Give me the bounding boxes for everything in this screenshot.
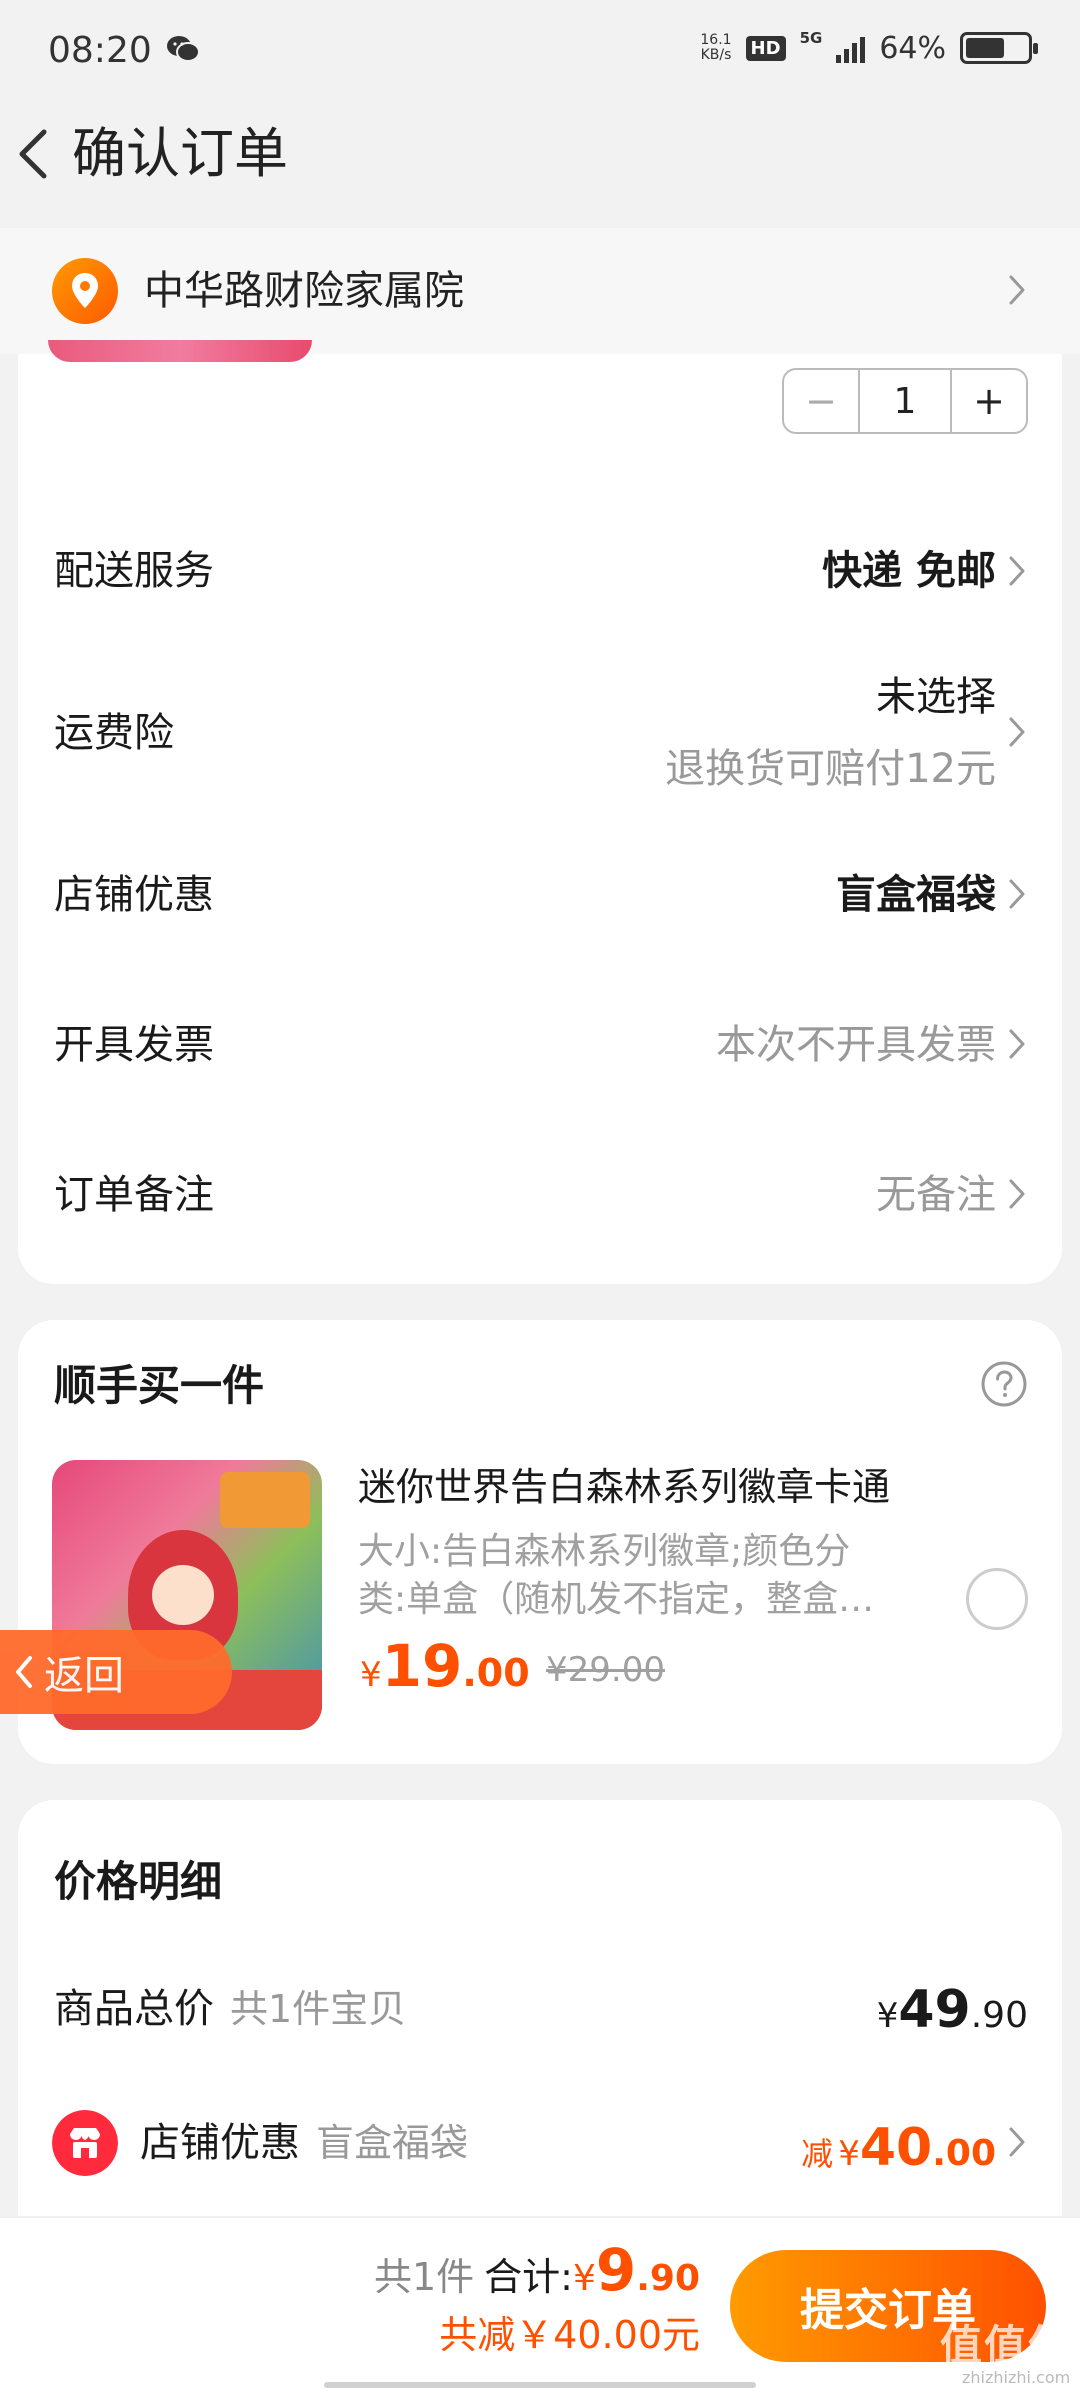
floating-back-button[interactable]: 返回	[0, 1630, 232, 1714]
remark-label: 订单备注	[54, 1172, 214, 1218]
shop-icon	[52, 2110, 118, 2176]
total-saved: 共减￥40.00元	[439, 2313, 700, 2357]
help-icon[interactable]	[980, 1360, 1028, 1408]
addon-item-desc: 大小:告白森林系列徽章;颜色分 类:单盒（随机发不指定，整盒…	[358, 1531, 875, 1620]
location-pin-icon	[52, 258, 118, 324]
product-image	[48, 340, 312, 362]
battery-fill	[966, 38, 1005, 58]
hd-icon: HD	[745, 35, 786, 61]
chevron-right-icon[interactable]	[1006, 876, 1028, 912]
shop-discount-label: 店铺优惠	[54, 872, 214, 918]
shipping-value[interactable]: 快递 免邮	[822, 546, 996, 596]
insurance-label: 运费险	[54, 710, 174, 756]
status-time: 08:20	[48, 30, 152, 71]
wechat-icon	[167, 36, 200, 62]
floating-back-label: 返回	[44, 1653, 124, 1699]
battery-percent: 64%	[879, 30, 946, 66]
invoice-label: 开具发票	[54, 1022, 214, 1068]
chevron-right-icon[interactable]	[1006, 1176, 1028, 1212]
net-speed: 16.1 KB/s	[700, 32, 732, 63]
insurance-value[interactable]: 未选择	[876, 672, 996, 722]
chevron-right-icon[interactable]	[1006, 2124, 1028, 2160]
shipping-label: 配送服务	[54, 548, 214, 594]
addon-item-price: ¥19.00	[360, 1632, 530, 1700]
chevron-right-icon	[1009, 275, 1025, 305]
chevron-right-icon[interactable]	[1006, 553, 1028, 589]
shop-discount-amount[interactable]: 减 ¥40.00	[801, 2118, 996, 2178]
chevron-left-icon	[16, 1656, 32, 1688]
page-title: 确认订单	[72, 122, 288, 185]
chevron-right-icon[interactable]	[1006, 1026, 1028, 1062]
goods-total-label: 商品总价 共1件宝贝	[54, 1986, 407, 2032]
network-type: 5G	[799, 29, 823, 47]
status-indicators: 16.1 KB/s HD 5G 64%	[700, 26, 1038, 70]
shop-discount-detail-label: 店铺优惠 盲盒福袋	[140, 2120, 469, 2166]
watermark-logo: 值值值	[940, 2321, 1073, 2370]
addon-item-name[interactable]: 迷你世界告白森林系列徽章卡通	[358, 1462, 890, 1512]
signal-icon	[836, 33, 866, 63]
chevron-right-icon[interactable]	[1006, 714, 1028, 750]
addon-item-original-price: ¥29.00	[546, 1650, 665, 1690]
address-text: 中华路财险家属院	[144, 268, 464, 314]
order-total: 共1件 合计:¥9.90	[373, 2236, 700, 2304]
back-arrow-icon[interactable]	[14, 122, 54, 186]
insurance-sub: 退换货可赔付12元	[665, 746, 996, 792]
watermark-url: zhizhizhi.com	[962, 2368, 1071, 2387]
home-indicator[interactable]	[324, 2382, 756, 2388]
battery-icon	[960, 32, 1038, 64]
shop-discount-value[interactable]: 盲盒福袋	[836, 870, 996, 920]
price-detail-title: 价格明细	[54, 1857, 223, 1906]
decrease-button[interactable]: −	[784, 370, 858, 432]
invoice-value[interactable]: 本次不开具发票	[716, 1020, 996, 1070]
remark-value[interactable]: 无备注	[876, 1170, 996, 1220]
addon-select-radio[interactable]	[966, 1568, 1028, 1630]
goods-total-price: ¥49.90	[876, 1980, 1028, 2040]
addon-title: 顺手买一件	[54, 1361, 265, 1410]
increase-button[interactable]: +	[952, 370, 1026, 432]
order-options-card	[18, 354, 1062, 1284]
quantity-value[interactable]: 1	[858, 370, 952, 432]
quantity-stepper[interactable]: − 1 +	[782, 368, 1028, 434]
